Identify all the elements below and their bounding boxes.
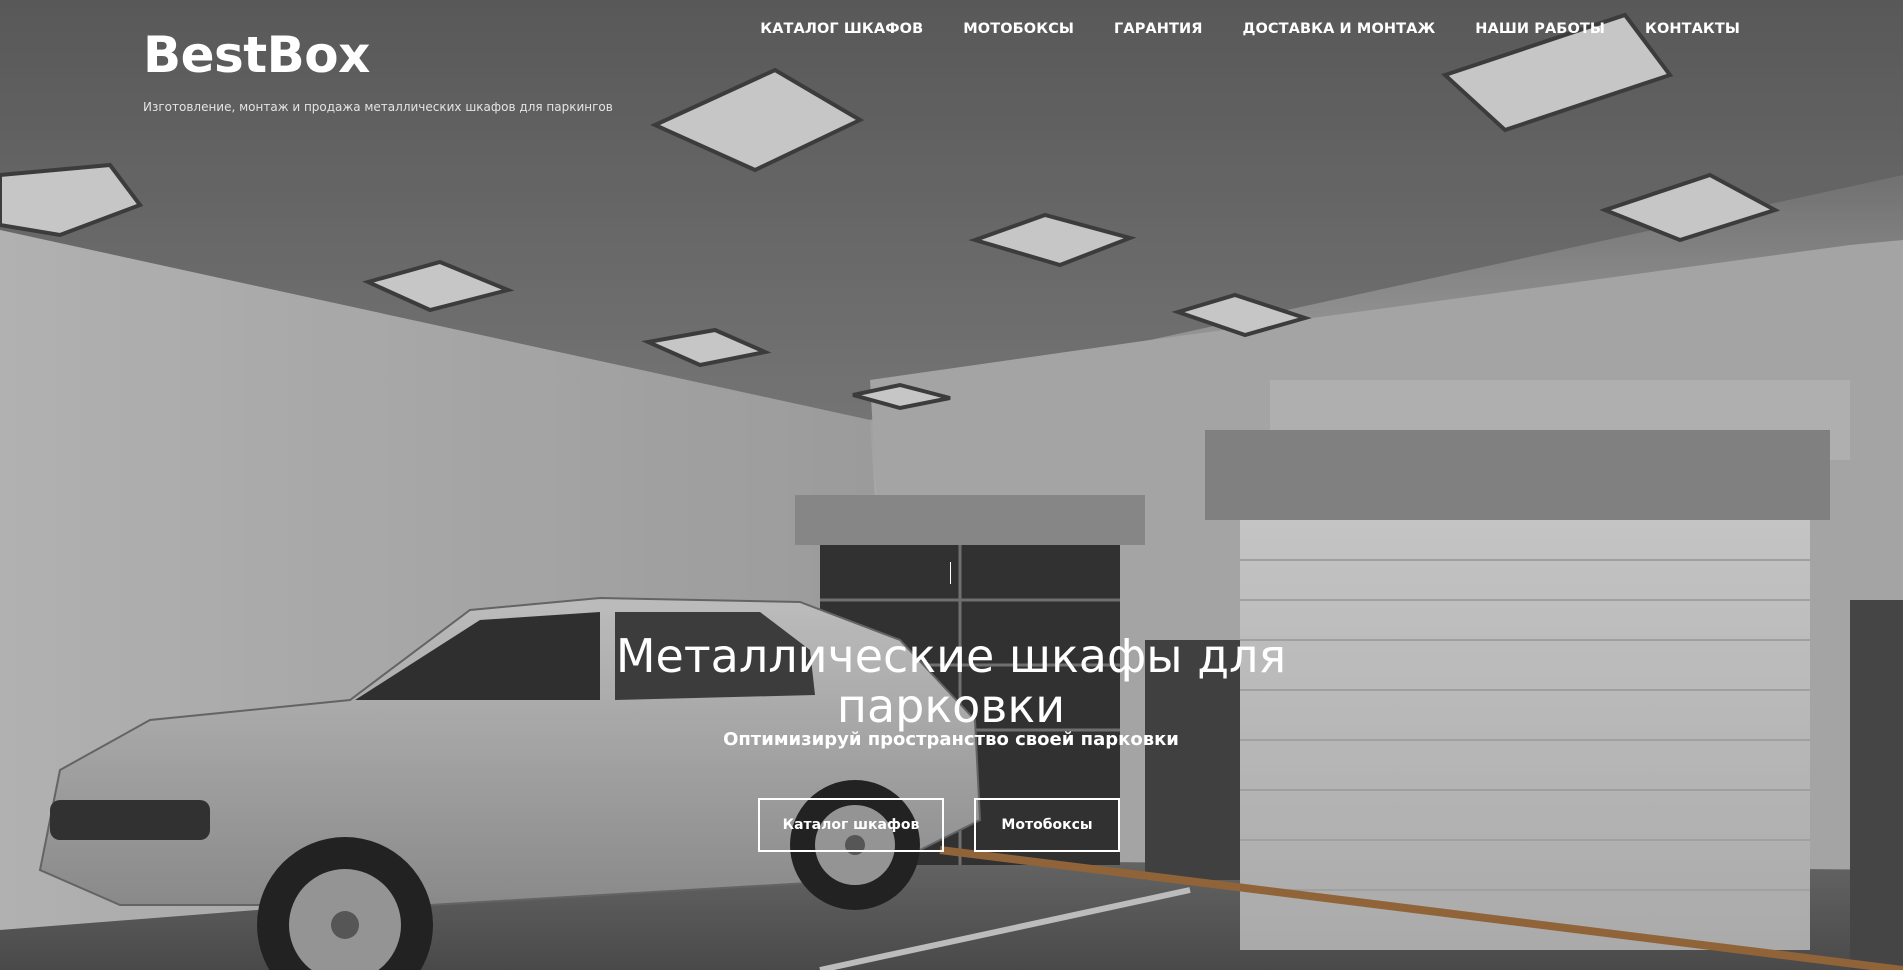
motoboxes-button[interactable]: Мотобоксы [974,798,1120,852]
title-divider [950,562,951,584]
nav-item-warranty[interactable]: ГАРАНТИЯ [1114,21,1202,37]
hero-section: BestBox Изготовление, монтаж и продажа м… [0,0,1903,970]
hero-title-line-1: Металлические шкафы для [615,628,1287,683]
site-tagline: Изготовление, монтаж и продажа металличе… [143,100,613,114]
hero-subtitle: Оптимизируй пространство своей парковки [723,729,1179,750]
nav-item-delivery[interactable]: ДОСТАВКА И МОНТАЖ [1242,21,1435,37]
catalog-button[interactable]: Каталог шкафов [758,798,944,852]
hero-title-line-2: парковки [836,678,1066,733]
dark-overlay [0,0,1903,970]
nav-item-motoboxes[interactable]: МОТОБОКСЫ [963,21,1074,37]
nav-item-catalog[interactable]: КАТАЛОГ ШКАФОВ [760,21,923,37]
hero-title: Металлические шкафы для парковки [551,631,1351,731]
nav-item-contacts[interactable]: КОНТАКТЫ [1645,21,1740,37]
site-logo[interactable]: BestBox [143,22,370,88]
main-navigation: КАТАЛОГ ШКАФОВ МОТОБОКСЫ ГАРАНТИЯ ДОСТАВ… [760,21,1740,37]
nav-item-portfolio[interactable]: НАШИ РАБОТЫ [1475,21,1605,37]
